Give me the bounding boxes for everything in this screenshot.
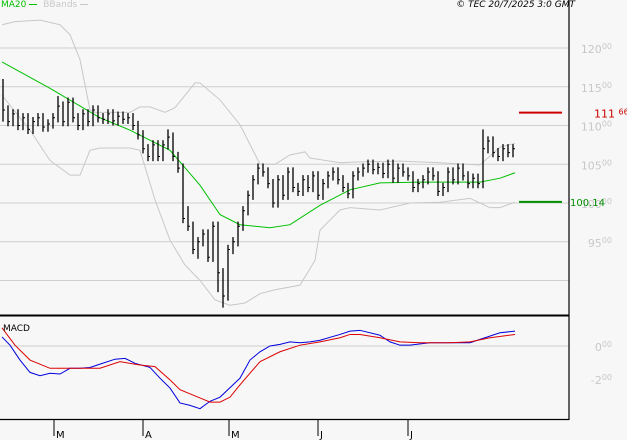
- macd-axis-label: -200: [591, 373, 612, 387]
- price-axis-label: 12000: [581, 42, 612, 56]
- macd-line: [1, 329, 516, 410]
- price-axis-label: 11000: [581, 120, 612, 134]
- price-chart: 12000115001100010500100009500000-200M A M J…: [0, 0, 627, 440]
- x-tick-label: A: [145, 430, 152, 440]
- support-label: 100.14: [570, 198, 605, 209]
- x-tick-label: M: [231, 430, 240, 440]
- price-axis-label: 10500: [581, 158, 612, 172]
- bbands-upper-line: [1, 19, 516, 166]
- price-axis-label: 9500: [588, 236, 612, 250]
- price-axis-label: 11500: [581, 81, 612, 95]
- x-tick-label: J: [409, 430, 413, 440]
- x-tick-label: M: [56, 430, 65, 440]
- macd-title: MACD: [3, 324, 30, 334]
- x-tick-label: J: [319, 430, 323, 440]
- macd-signal-line: [1, 327, 516, 403]
- bbands-lower-line: [1, 94, 516, 306]
- resistance-label: 111 66: [594, 108, 627, 121]
- macd-axis-label: 000: [595, 340, 612, 354]
